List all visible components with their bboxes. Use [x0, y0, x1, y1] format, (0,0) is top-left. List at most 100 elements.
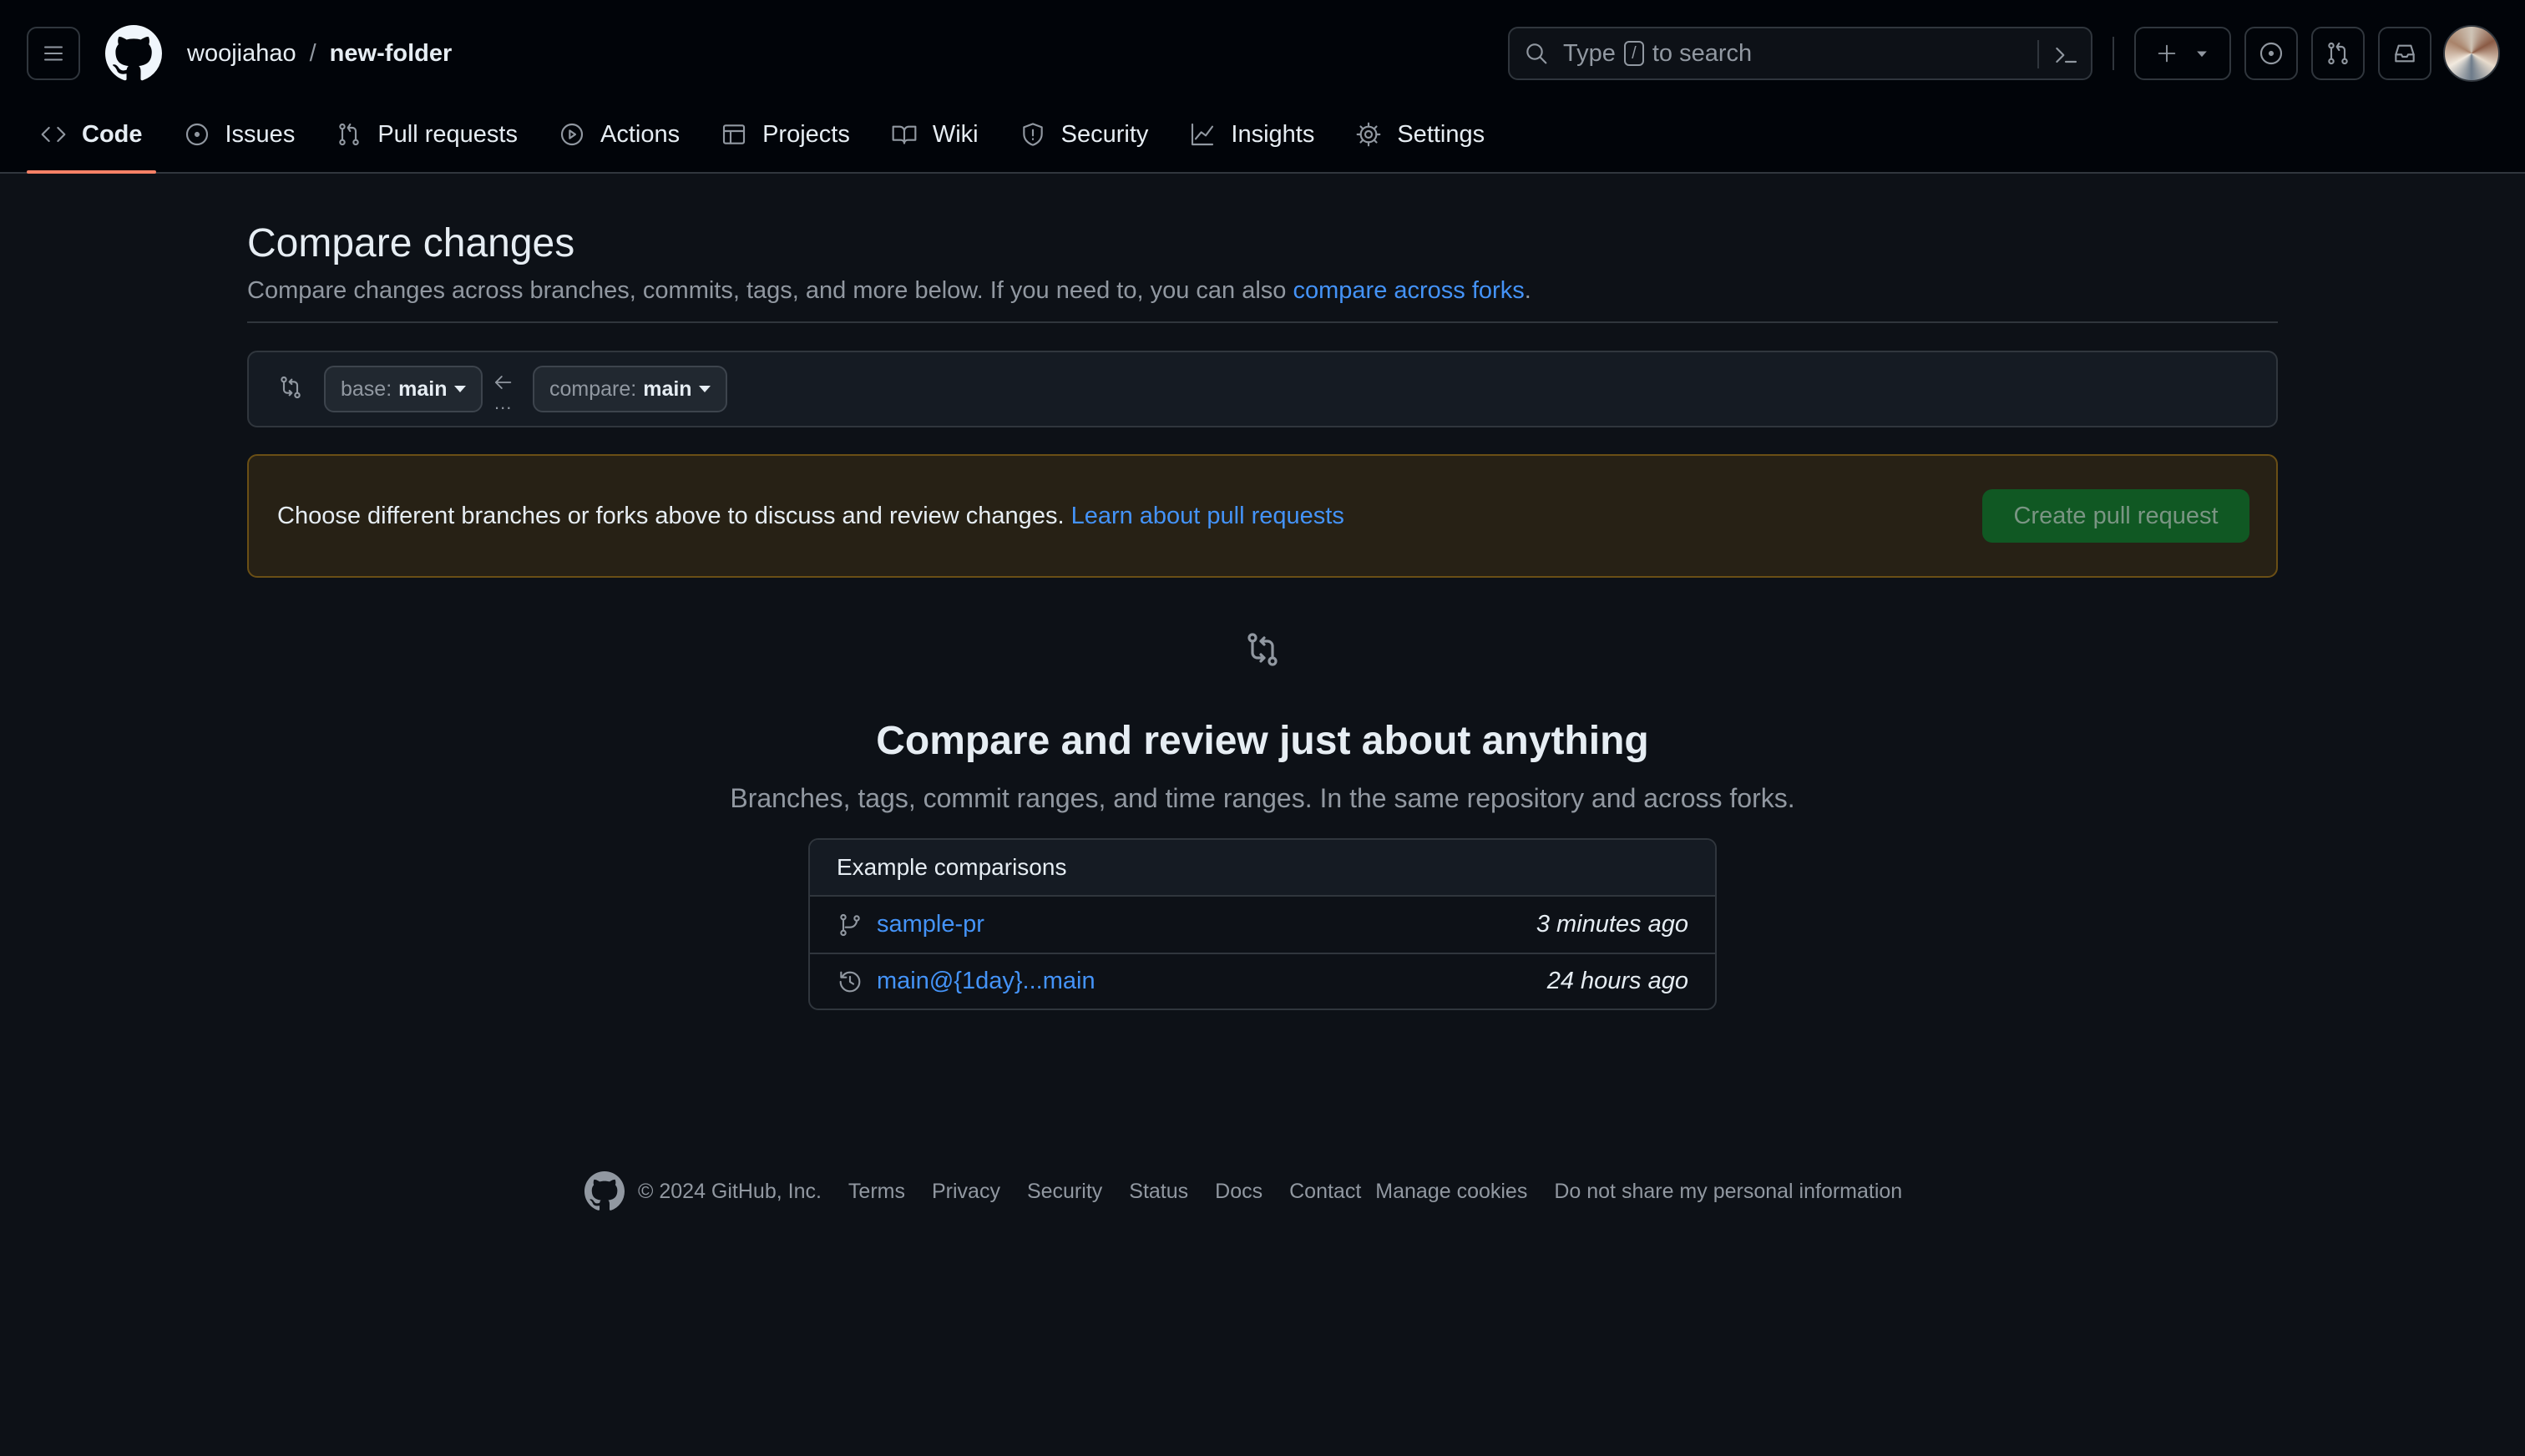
example-comparisons: Example comparisons sample-pr 3 minutes … — [808, 838, 1717, 1010]
issues-button[interactable] — [2244, 27, 2298, 80]
footer-link-manage-cookies[interactable]: Manage cookies — [1375, 1180, 1527, 1204]
breadcrumb-repo[interactable]: new-folder — [330, 40, 453, 68]
base-label: base: — [341, 377, 392, 401]
arrow-left-icon — [494, 376, 512, 389]
tab-label: Projects — [762, 120, 850, 148]
play-icon — [560, 123, 584, 146]
page-subtitle: Compare changes across branches, commits… — [247, 277, 1531, 305]
example-link[interactable]: sample-pr — [877, 911, 984, 938]
history-icon — [839, 971, 861, 992]
inbox-icon — [2395, 44, 2415, 63]
base-value: main — [398, 377, 448, 401]
subtitle-text: Compare changes across branches, commits… — [247, 277, 1287, 304]
pull-requests-button[interactable] — [2311, 27, 2365, 80]
footer-link-terms[interactable]: Terms — [848, 1180, 905, 1204]
example-link[interactable]: main@{1day}...main — [877, 968, 1096, 995]
tab-pull-requests[interactable]: Pull requests — [322, 105, 531, 164]
search-placeholder: Type / to search — [1563, 40, 1752, 68]
tab-projects[interactable]: Projects — [707, 105, 863, 164]
breadcrumb-separator: / — [309, 39, 316, 67]
header-divider — [2113, 37, 2114, 70]
tab-insights[interactable]: Insights — [1176, 105, 1328, 164]
git-pull-request-icon — [2328, 42, 2348, 65]
caret-down-icon — [698, 386, 711, 392]
tab-settings[interactable]: Settings — [1342, 105, 1498, 164]
flash-text: Choose different branches or forks above… — [277, 503, 1065, 529]
book-icon — [892, 125, 917, 144]
plus-icon — [2158, 44, 2176, 63]
tab-label: Actions — [600, 120, 681, 148]
breadcrumb: woojiahao / new-folder — [187, 37, 452, 70]
github-mark-icon[interactable] — [584, 1171, 625, 1211]
tab-label: Settings — [1397, 120, 1485, 148]
blankslate-title: Compare and review just about anything — [876, 719, 1649, 763]
caret-down-icon — [453, 386, 466, 392]
search-divider — [2037, 40, 2039, 68]
footer-link-do-not-share[interactable]: Do not share my personal information — [1554, 1180, 1902, 1204]
pull-request-icon — [339, 123, 360, 146]
tab-label: Issues — [225, 120, 296, 148]
git-compare-icon — [1247, 633, 1278, 666]
example-comparisons-heading: Example comparisons — [810, 840, 1715, 897]
tab-issues[interactable]: Issues — [170, 105, 309, 164]
site-footer: © 2024 GitHub, Inc. Terms Privacy Securi… — [584, 1170, 1929, 1212]
blankslate-subtitle: Branches, tags, commit ranges, and time … — [730, 783, 1795, 813]
search-suffix: to search — [1652, 39, 1753, 67]
git-compare-icon — [281, 376, 301, 399]
search-shortcut-key: / — [1623, 41, 1644, 66]
create-pull-request-button[interactable]: Create pull request — [1982, 489, 2249, 543]
table-icon — [723, 124, 746, 144]
range-editor: base: main ... compare: main — [247, 351, 2278, 427]
compare-branch-select[interactable]: compare: main — [533, 366, 727, 412]
issue-icon — [185, 123, 208, 146]
triangle-down-icon — [2197, 51, 2207, 58]
flash-notice: Choose different branches or forks above… — [247, 454, 2278, 578]
avatar[interactable] — [2443, 25, 2500, 82]
inbox-button[interactable] — [2378, 27, 2431, 80]
tab-label: Insights — [1231, 120, 1315, 148]
create-new-button[interactable] — [2134, 27, 2231, 80]
footer-link-security[interactable]: Security — [1027, 1180, 1102, 1204]
example-time: 3 minutes ago — [1536, 911, 1688, 938]
divider — [247, 321, 2278, 323]
tab-label: Security — [1060, 120, 1149, 148]
repo-nav: Code Issues Pull requests Actions Projec… — [27, 105, 1512, 174]
shield-icon — [1022, 123, 1043, 146]
tab-wiki[interactable]: Wiki — [878, 105, 992, 164]
tab-label: Code — [82, 120, 143, 148]
list-item: main@{1day}...main 24 hours ago — [810, 953, 1715, 1009]
tab-label: Pull requests — [377, 120, 518, 148]
footer-copyright: © 2024 GitHub, Inc. — [638, 1179, 822, 1203]
base-branch-select[interactable]: base: main — [324, 366, 483, 412]
flash-message: Choose different branches or forks above… — [277, 503, 1344, 530]
github-logo-icon[interactable] — [105, 25, 162, 82]
global-header: woojiahao / new-folder Type / to search — [0, 0, 2525, 174]
list-item: sample-pr 3 minutes ago — [810, 897, 1715, 953]
search-prefix: Type — [1563, 39, 1616, 67]
footer-link-contact[interactable]: Contact — [1289, 1180, 1361, 1204]
tab-security[interactable]: Security — [1006, 105, 1162, 164]
compare-value: main — [643, 377, 692, 401]
menu-button[interactable] — [27, 27, 80, 80]
compare-across-forks-link[interactable]: compare across forks — [1293, 277, 1525, 304]
graph-icon — [1192, 123, 1214, 146]
tab-actions[interactable]: Actions — [545, 105, 693, 164]
footer-link-status[interactable]: Status — [1129, 1180, 1188, 1204]
hamburger-icon — [44, 46, 63, 61]
search-input[interactable]: Type / to search — [1508, 27, 2092, 80]
search-icon — [1526, 43, 1547, 64]
subtitle-period: . — [1524, 277, 1531, 304]
footer-link-docs[interactable]: Docs — [1215, 1180, 1262, 1204]
learn-pull-requests-link[interactable]: Learn about pull requests — [1071, 503, 1344, 529]
footer-link-privacy[interactable]: Privacy — [932, 1180, 1000, 1204]
gear-icon — [1356, 122, 1381, 147]
page-title: Compare changes — [247, 221, 575, 265]
tab-label: Wiki — [932, 120, 979, 148]
tab-code[interactable]: Code — [27, 105, 156, 174]
command-palette-icon[interactable] — [2052, 42, 2079, 68]
example-time: 24 hours ago — [1546, 968, 1688, 994]
compare-label: compare: — [549, 377, 637, 401]
breadcrumb-owner[interactable]: woojiahao — [187, 40, 296, 68]
git-branch-icon — [840, 913, 860, 936]
code-icon — [41, 126, 66, 143]
